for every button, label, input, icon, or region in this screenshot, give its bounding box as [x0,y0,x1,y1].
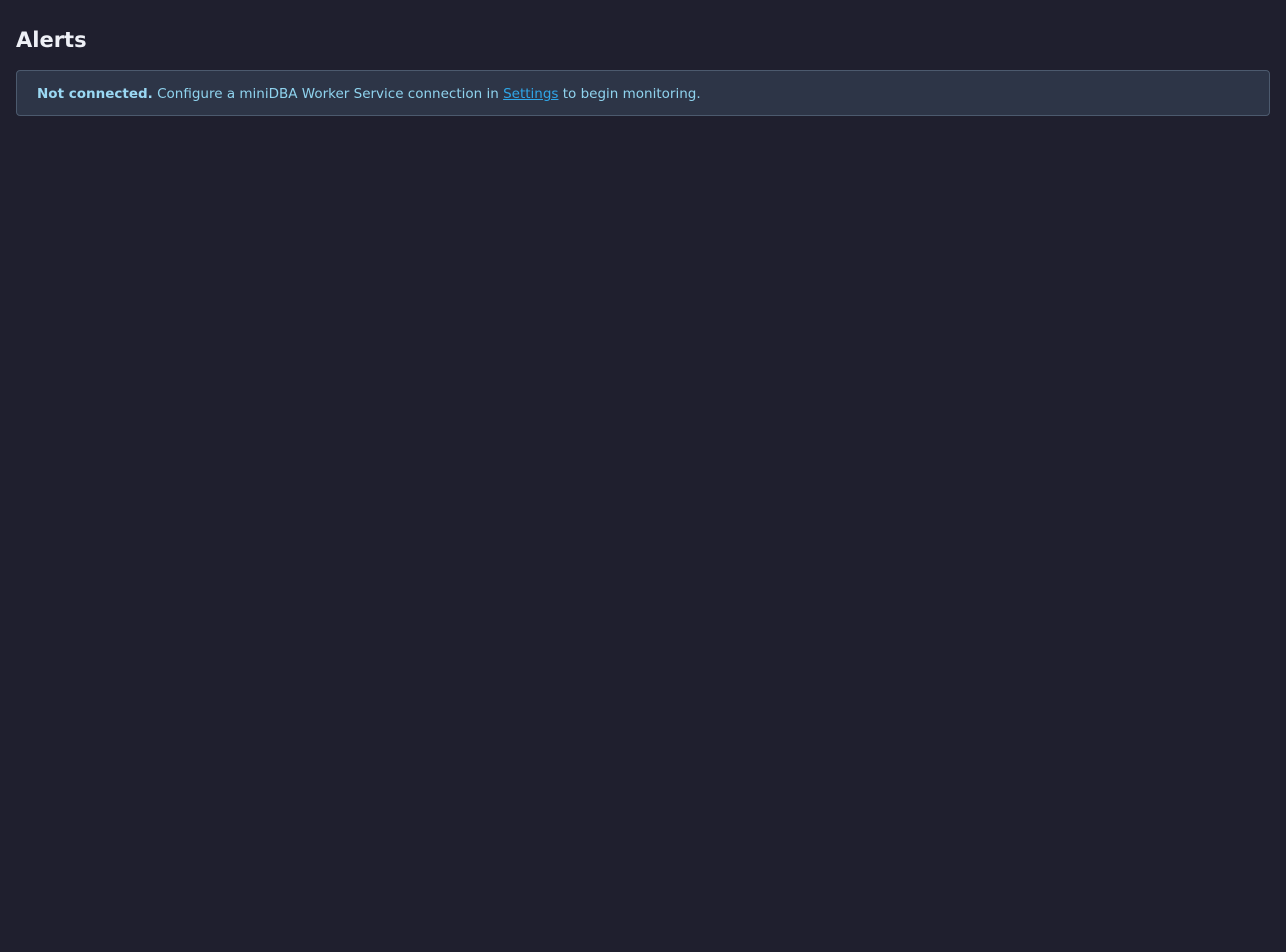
settings-link[interactable]: Settings [503,86,558,102]
banner-message-prefix: Configure a miniDBA Worker Service conne… [157,86,499,102]
page-title: Alerts [16,28,87,52]
connection-status-label: Not connected. [37,86,153,102]
banner-message-suffix: to begin monitoring. [562,86,701,102]
not-connected-banner: Not connected. Configure a miniDBA Worke… [16,70,1270,116]
banner-message: Not connected. Configure a miniDBA Worke… [37,71,701,115]
